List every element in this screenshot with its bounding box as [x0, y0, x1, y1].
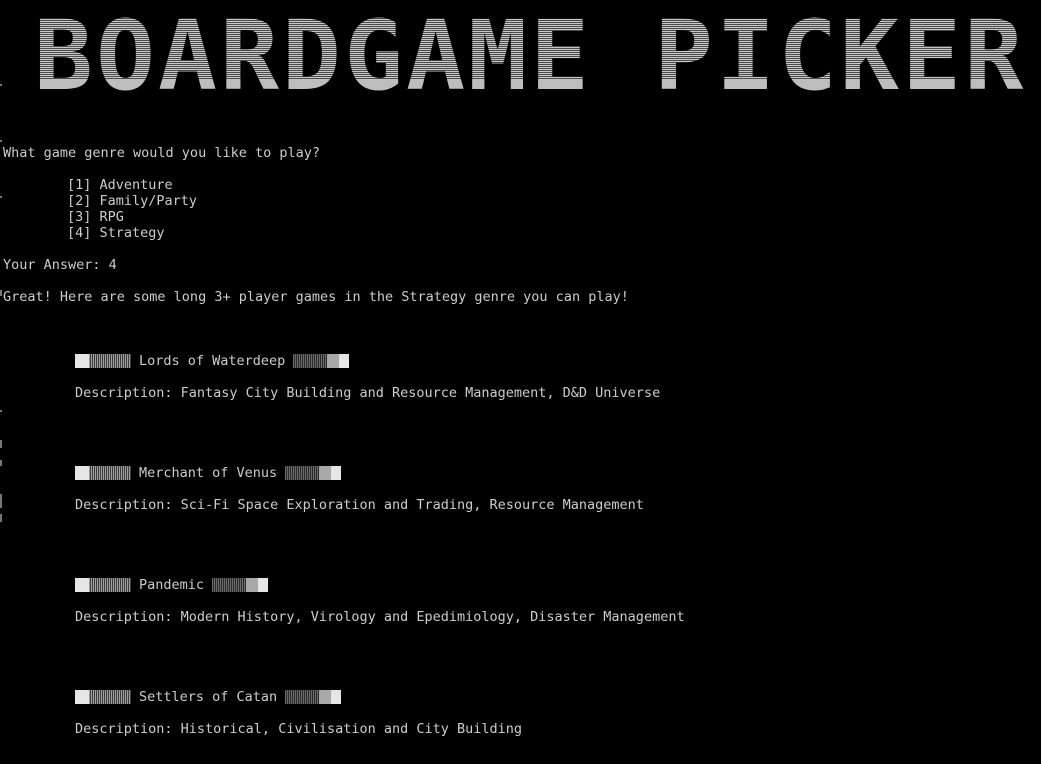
shaded-bar-left-icon [75, 466, 131, 480]
genre-question: What game genre would you like to play? [3, 145, 320, 161]
shaded-bar-right-icon [293, 354, 350, 368]
left-edge-tick [0, 460, 2, 466]
game-title: Merchant of Venus [139, 465, 278, 481]
user-answer[interactable]: Your Answer: 4 [3, 257, 117, 273]
game-title: Lords of Waterdeep [139, 353, 286, 369]
game-title-row: Lords of Waterdeep [75, 353, 350, 369]
left-edge-tick [0, 290, 2, 296]
game-description: Description: Fantasy City Building and R… [75, 385, 661, 401]
left-edge-tick [0, 196, 2, 198]
game-title-row: Pandemic [75, 577, 269, 593]
shaded-bar-left-icon [75, 690, 131, 704]
left-edge-tick [0, 494, 2, 508]
ascii-banner: BOARDGAME PICKER BOARDGAME PICKER [34, 8, 1027, 104]
left-edge-tick [0, 140, 2, 142]
game-title: Settlers of Catan [139, 689, 278, 705]
result-intro: Great! Here are some long 3+ player game… [3, 289, 629, 305]
game-title-row: Settlers of Catan [75, 689, 342, 705]
genre-option-strategy: [4] Strategy [67, 225, 165, 241]
game-description: Description: Sci-Fi Space Exploration an… [75, 497, 644, 513]
left-edge-tick [0, 514, 2, 522]
game-title: Pandemic [139, 577, 205, 593]
shaded-bar-left-icon [75, 354, 131, 368]
left-edge-tick [0, 410, 2, 412]
game-description: Description: Modern History, Virology an… [75, 609, 685, 625]
genre-option-rpg: [3] RPG [67, 209, 124, 225]
shaded-bar-right-icon [285, 466, 342, 480]
left-edge-tick [0, 440, 2, 448]
shaded-bar-right-icon [212, 578, 269, 592]
game-description: Description: Historical, Civilisation an… [75, 721, 523, 737]
shaded-bar-right-icon [285, 690, 342, 704]
game-title-row: Merchant of Venus [75, 465, 342, 481]
genre-option-family-party: [2] Family/Party [67, 193, 198, 209]
shaded-bar-left-icon [75, 578, 131, 592]
left-edge-tick [0, 84, 2, 86]
genre-option-adventure: [1] Adventure [67, 177, 173, 193]
banner-title-shade: BOARDGAME PICKER [34, 0, 1027, 112]
